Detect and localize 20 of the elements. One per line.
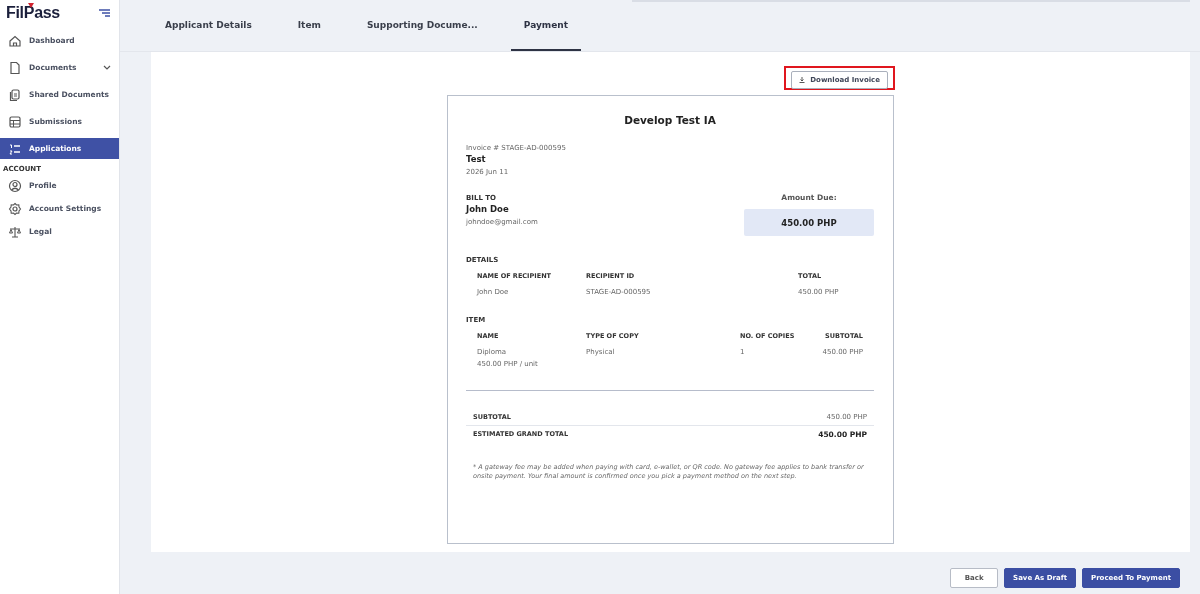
- billed-name: John Doe: [466, 204, 510, 214]
- table-icon: [8, 114, 22, 129]
- scale-icon: [8, 224, 22, 239]
- customer-name: Test: [466, 154, 487, 164]
- settings-icon: [8, 201, 22, 216]
- chevron-down-icon: [103, 65, 111, 70]
- tab[interactable]: Applicant Details: [152, 0, 265, 51]
- menu-icon[interactable]: [99, 9, 110, 17]
- user-icon: [8, 178, 22, 193]
- numbered-list-icon: [8, 141, 22, 156]
- document-icon: [8, 60, 22, 75]
- invoice-title: Develop Test IA: [623, 114, 717, 126]
- tab[interactable]: Supporting Docume...: [353, 0, 491, 51]
- logo[interactable]: FilPass: [6, 4, 60, 22]
- home-icon: [8, 33, 22, 48]
- amount-due: 450.00 PHP: [744, 209, 874, 236]
- download-icon: [799, 77, 806, 83]
- logo-mark: [28, 3, 34, 8]
- documents-icon: [8, 87, 22, 102]
- tab[interactable]: Item: [284, 0, 334, 51]
